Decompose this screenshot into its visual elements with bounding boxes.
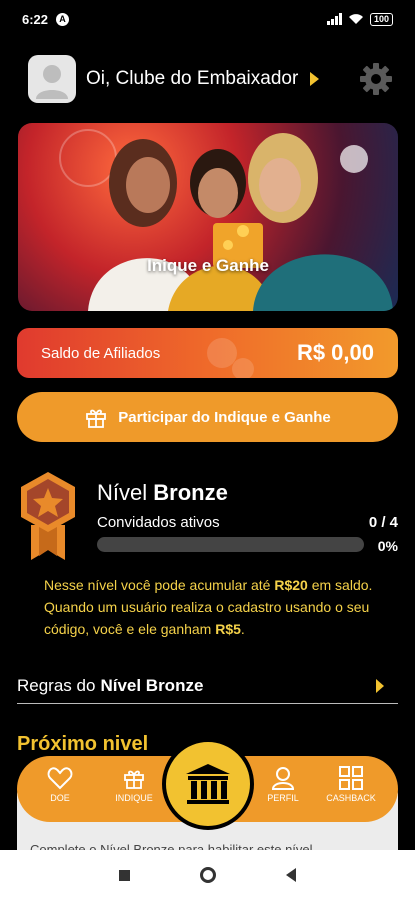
nav-cashback[interactable]: CASHBACK <box>316 766 386 803</box>
level-prefix: Nível <box>97 480 148 505</box>
signal-icon <box>326 13 342 25</box>
rules-link[interactable]: Regras do Nível Bronze <box>17 668 398 704</box>
invited-label: Convidados ativos <box>97 514 220 531</box>
user-icon <box>36 65 68 99</box>
progress-percent: 0% <box>377 538 398 554</box>
battery-icon: 100 <box>369 12 393 26</box>
nav-home-button[interactable] <box>162 738 254 830</box>
level-name: Bronze <box>153 480 228 505</box>
status-time: 6:22 <box>22 11 49 27</box>
level-progress-bar <box>97 537 364 552</box>
promo-banner[interactable]: Inique e Ganhe <box>18 123 398 311</box>
rules-prefix: Regras do <box>17 675 96 695</box>
nav-indique-label: INDIQUE <box>115 793 153 803</box>
level-desc-amount: R$20 <box>274 577 308 593</box>
level-desc-bonus: R$5 <box>215 621 241 637</box>
level-section: Nível Bronze Convidados ativos 0 / 4 0% <box>17 470 398 570</box>
next-level-title: Próximo nivel <box>17 733 149 755</box>
invited-count: 0 / 4 <box>368 514 398 531</box>
bank-icon <box>186 764 230 804</box>
level-desc-1: Nesse nível você pode acumular até <box>44 577 275 593</box>
nav-perfil[interactable]: PERFIL <box>248 766 318 803</box>
nav-doe-label: DOE <box>50 793 70 803</box>
decor-bubble <box>232 358 254 378</box>
greeting-text[interactable]: Oi, Clube do Embaixador <box>86 68 298 90</box>
person-icon <box>271 767 295 790</box>
banner-people-image <box>59 129 393 311</box>
heart-icon <box>47 767 73 790</box>
back-button[interactable] <box>286 868 296 882</box>
gift-icon <box>124 770 144 789</box>
saldo-value: R$ 0,00 <box>296 340 374 365</box>
nav-indique[interactable]: INDIQUE <box>99 766 169 803</box>
status-bar: 6:22 A 100 <box>0 0 415 38</box>
home-button[interactable] <box>200 867 216 883</box>
banner-title: Inique e Ganhe <box>147 256 269 275</box>
header: Oi, Clube do Embaixador <box>28 55 393 103</box>
gear-icon[interactable] <box>359 62 393 96</box>
bronze-medal-icon <box>21 472 75 560</box>
gift-icon <box>86 409 107 428</box>
system-nav-bar <box>0 850 415 900</box>
level-description: Nesse nível você pode acumular até R$20 … <box>44 574 384 640</box>
status-icons: 100 <box>326 12 393 26</box>
level-title: Nível Bronze <box>97 480 228 506</box>
wifi-icon <box>348 14 363 24</box>
participar-button[interactable]: Participar do Indique e Ganhe <box>17 392 398 442</box>
chevron-right-icon[interactable] <box>310 72 320 86</box>
notification-icon: A <box>56 12 70 26</box>
nav-perfil-label: PERFIL <box>267 793 299 803</box>
recents-button[interactable] <box>119 869 130 881</box>
avatar[interactable] <box>28 55 76 103</box>
participar-label: Participar do Indique e Ganhe <box>118 408 331 426</box>
saldo-label: Saldo de Afiliados <box>41 344 161 362</box>
grid-icon <box>339 766 363 790</box>
level-desc-3: . <box>240 621 245 637</box>
chevron-right-icon <box>376 678 384 693</box>
rules-level-name: Nível Bronze <box>100 675 204 695</box>
saldo-card[interactable]: Saldo de Afiliados R$ 0,00 <box>17 328 398 378</box>
nav-cashback-label: CASHBACK <box>326 793 376 803</box>
nav-doe[interactable]: DOE <box>25 766 95 803</box>
